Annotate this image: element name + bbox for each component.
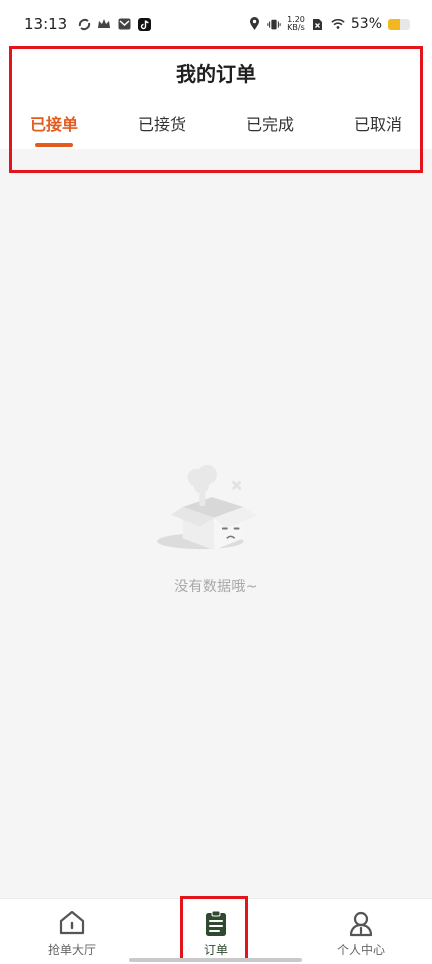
status-left: 13:13 [24, 15, 151, 33]
nav-label: 抢单大厅 [47, 943, 96, 957]
nav-item-personal-center[interactable]: 个人中心 [316, 909, 406, 961]
nav-item-orders[interactable]: 订单 [171, 909, 261, 961]
clipboard-icon [206, 910, 226, 936]
home-indicator[interactable] [129, 958, 302, 962]
header: 我的订单 已接单 已接货 已完成 已取消 [0, 48, 432, 149]
tab-accepted[interactable]: 已接单 [24, 111, 84, 149]
mail-icon [117, 17, 131, 31]
active-tab-indicator [35, 143, 73, 147]
tab-label: 已接货 [137, 115, 186, 134]
network-speed: 1.20 KB/s [287, 16, 305, 32]
no-sim-icon [311, 17, 325, 31]
person-icon [349, 911, 373, 937]
battery-icon [388, 18, 410, 30]
nav-label: 订单 [203, 943, 228, 957]
tab-cancelled[interactable]: 已取消 [348, 111, 408, 149]
tiktok-icon [137, 17, 151, 31]
status-bar: 13:13 1.20 KB/s 53% [0, 0, 432, 48]
empty-box-icon [157, 464, 258, 551]
status-right: 1.20 KB/s 53% [247, 16, 410, 32]
sync-icon [77, 17, 91, 31]
battery-level [388, 18, 400, 30]
battery-percent: 53% [350, 16, 382, 32]
tab-completed[interactable]: 已完成 [240, 111, 300, 149]
order-status-tabs: 已接单 已接货 已完成 已取消 [0, 111, 432, 149]
bottom-navigation: 抢单大厅 订单 个人中心 [0, 898, 432, 964]
status-time: 13:13 [24, 15, 68, 33]
orders-screen: 13:13 1.20 KB/s 53% 我的订单 已接单 已接货 已完成 已取消… [0, 0, 432, 964]
vibrate-icon [267, 17, 281, 31]
wifi-icon [331, 17, 345, 31]
network-speed-unit: KB/s [287, 23, 305, 32]
location-icon [247, 17, 261, 31]
tab-picked-up[interactable]: 已接货 [132, 111, 192, 149]
tab-label: 已接单 [29, 115, 78, 134]
tab-label: 已取消 [353, 115, 402, 134]
tab-label: 已完成 [245, 115, 294, 134]
nav-label: 个人中心 [336, 943, 385, 957]
crown-icon [97, 17, 111, 31]
empty-state-message: 没有数据哦~ [174, 579, 258, 595]
page-title: 我的订单 [176, 62, 256, 86]
nav-item-grab-orders-hall[interactable]: 抢单大厅 [27, 909, 117, 961]
empty-state: 没有数据哦~ [0, 456, 432, 596]
home-icon [59, 910, 85, 935]
